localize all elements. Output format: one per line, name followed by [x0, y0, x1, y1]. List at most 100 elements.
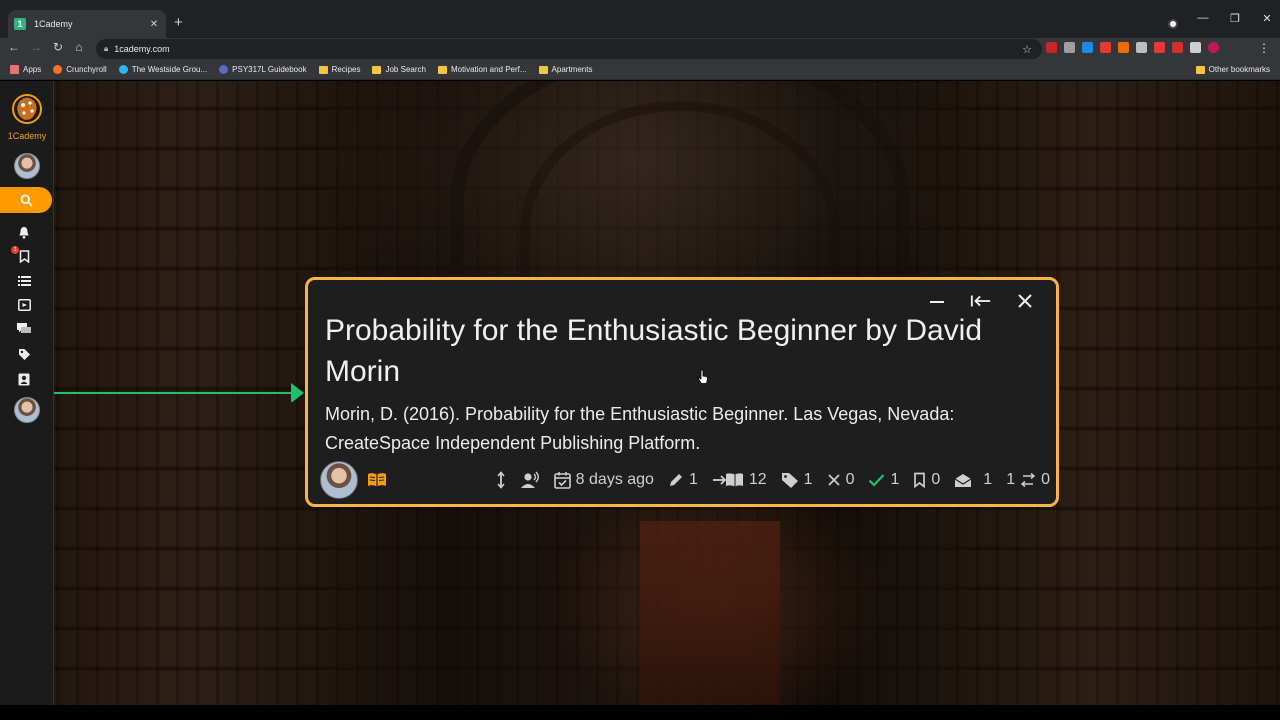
tab-close-icon[interactable]: ✕: [148, 19, 160, 30]
collapse-node-button[interactable]: [970, 290, 992, 312]
references-button[interactable]: 12: [712, 471, 767, 489]
reload-button[interactable]: ↻: [50, 40, 66, 54]
extension-icon[interactable]: [1064, 42, 1075, 53]
chat-button[interactable]: [16, 321, 32, 337]
tags-button[interactable]: [16, 346, 32, 362]
close-icon: [1018, 294, 1032, 308]
address-url: 1cademy.com: [114, 44, 170, 54]
presentation-button[interactable]: [16, 297, 32, 313]
extension-icon[interactable]: [1172, 42, 1183, 53]
node-stats: 8 days ago 1 12 1 0 1 0 1 1 0: [496, 460, 1050, 500]
bookmark-star-icon[interactable]: ☆: [1022, 43, 1032, 56]
tag-icon: [781, 472, 798, 488]
narrate-button[interactable]: [520, 471, 540, 489]
node-content: Morin, D. (2016). Probability for the En…: [325, 404, 955, 453]
back-button[interactable]: ←: [6, 40, 22, 54]
bookmark-item[interactable]: Motivation and Perf...: [437, 65, 527, 74]
bookmark-node-button[interactable]: 0: [913, 471, 940, 489]
bookmark-item[interactable]: Recipes: [318, 65, 361, 74]
media-indicator-icon[interactable]: [1168, 19, 1178, 29]
bookmarks-count: 0: [931, 471, 941, 488]
extension-icon[interactable]: [1154, 42, 1165, 53]
bookmark-label: Crunchyroll: [66, 65, 107, 74]
folder-icon: [437, 65, 447, 74]
leaderboard-avatar[interactable]: [14, 397, 40, 423]
calendar-check-icon: [553, 472, 571, 489]
bookmark-item[interactable]: PSY317L Guidebook: [219, 65, 307, 74]
extension-icon[interactable]: [1136, 42, 1147, 53]
search-button[interactable]: [0, 187, 52, 213]
user-avatar[interactable]: [14, 153, 40, 179]
tab-title: 1Cademy: [34, 19, 73, 29]
address-bar[interactable]: 🔒︎ 1cademy.com ☆: [96, 39, 1042, 59]
correct-vote-button[interactable]: 1: [868, 471, 899, 489]
node-title: Probability for the Enthusiastic Beginne…: [325, 314, 983, 388]
bookmark-label: The Westside Grou...: [131, 65, 208, 74]
home-button[interactable]: ⌂: [71, 40, 87, 54]
extension-icon[interactable]: [1190, 42, 1201, 53]
extension-icon[interactable]: [1208, 42, 1219, 53]
wrong-vote-button[interactable]: 0: [827, 471, 854, 489]
bookmark-label: Apartments: [551, 65, 593, 74]
extension-icon[interactable]: [1118, 42, 1129, 53]
lock-icon[interactable]: 🔒︎: [104, 44, 108, 54]
bookmark-item[interactable]: Crunchyroll: [53, 65, 107, 74]
extension-icon[interactable]: [1100, 42, 1111, 53]
references-count: 12: [748, 471, 767, 488]
extension-icon[interactable]: [1082, 42, 1093, 53]
bookmark-label: Motivation and Perf...: [450, 65, 527, 74]
bookmark-label: Recipes: [331, 65, 361, 74]
extension-icon[interactable]: [1046, 42, 1057, 53]
bell-icon: [19, 226, 29, 239]
bookmark-outline-icon: [914, 472, 926, 488]
minimize-node-button[interactable]: [926, 290, 948, 312]
bookmark-icon: [19, 249, 29, 263]
proposals-button[interactable]: 1: [668, 471, 698, 489]
chat-icon: [17, 323, 31, 333]
node-card[interactable]: Probability for the Enthusiastic Beginne…: [305, 277, 1059, 507]
bookmarks-bar: Apps Crunchyroll The Westside Grou... PSY31…: [0, 60, 1280, 80]
extensions-bar: [1046, 42, 1219, 53]
notifications-button[interactable]: [16, 224, 32, 240]
folder-icon: [318, 65, 328, 74]
bookmark-item[interactable]: The Westside Grou...: [118, 65, 208, 74]
checkmark-icon: [869, 474, 885, 487]
browser-menu-icon[interactable]: ⋮: [1258, 41, 1270, 55]
open-envelope-icon: [954, 473, 972, 487]
folder-icon: [372, 65, 382, 74]
bookmark-item[interactable]: Apartments: [538, 65, 593, 74]
author-avatar[interactable]: [320, 461, 358, 499]
forward-button[interactable]: →: [28, 40, 44, 54]
node-link-arrow: [54, 383, 304, 402]
bookmark-item[interactable]: Job Search: [372, 65, 426, 74]
edits-count: 1: [688, 471, 698, 488]
window-controls: — ❐ ✕: [1196, 12, 1274, 25]
1cademy-logo-icon[interactable]: [10, 91, 44, 127]
close-window-button[interactable]: ✕: [1260, 12, 1274, 25]
pending-list-button[interactable]: [16, 273, 32, 289]
westside-icon: [118, 65, 128, 74]
resize-handle[interactable]: [496, 471, 506, 489]
bookmark-label: PSY317L Guidebook: [232, 65, 307, 74]
bookmarks-button[interactable]: [16, 248, 32, 264]
link-arrows-icon: [1020, 473, 1036, 487]
mark-read-button[interactable]: 1: [954, 471, 992, 489]
correct-votes-count: 1: [890, 471, 900, 488]
other-bookmarks-label: Other bookmarks: [1208, 65, 1270, 74]
app-canvas: 1Cademy 1 Probability for the Enthusiast…: [0, 81, 1280, 705]
node-footer: 8 days ago 1 12 1 0 1 0 1 1 0: [320, 460, 1050, 500]
card-actions: [926, 290, 1036, 312]
close-node-button[interactable]: [1014, 290, 1036, 312]
bookmark-item[interactable]: Apps: [10, 65, 41, 74]
profile-card-button[interactable]: [16, 371, 32, 387]
minimize-window-button[interactable]: —: [1196, 12, 1210, 25]
guidebook-icon: [219, 65, 229, 74]
children-count: 0: [1041, 471, 1050, 488]
new-tab-button[interactable]: +: [174, 14, 183, 31]
restore-window-button[interactable]: ❐: [1228, 12, 1242, 25]
parents-children-button[interactable]: 1 0: [1006, 471, 1050, 489]
browser-tab[interactable]: 1 1Cademy ✕: [8, 10, 166, 38]
other-bookmarks[interactable]: Other bookmarks: [1195, 65, 1270, 74]
reference-book-icon: [368, 473, 386, 487]
tags-stat-button[interactable]: 1: [781, 471, 813, 489]
